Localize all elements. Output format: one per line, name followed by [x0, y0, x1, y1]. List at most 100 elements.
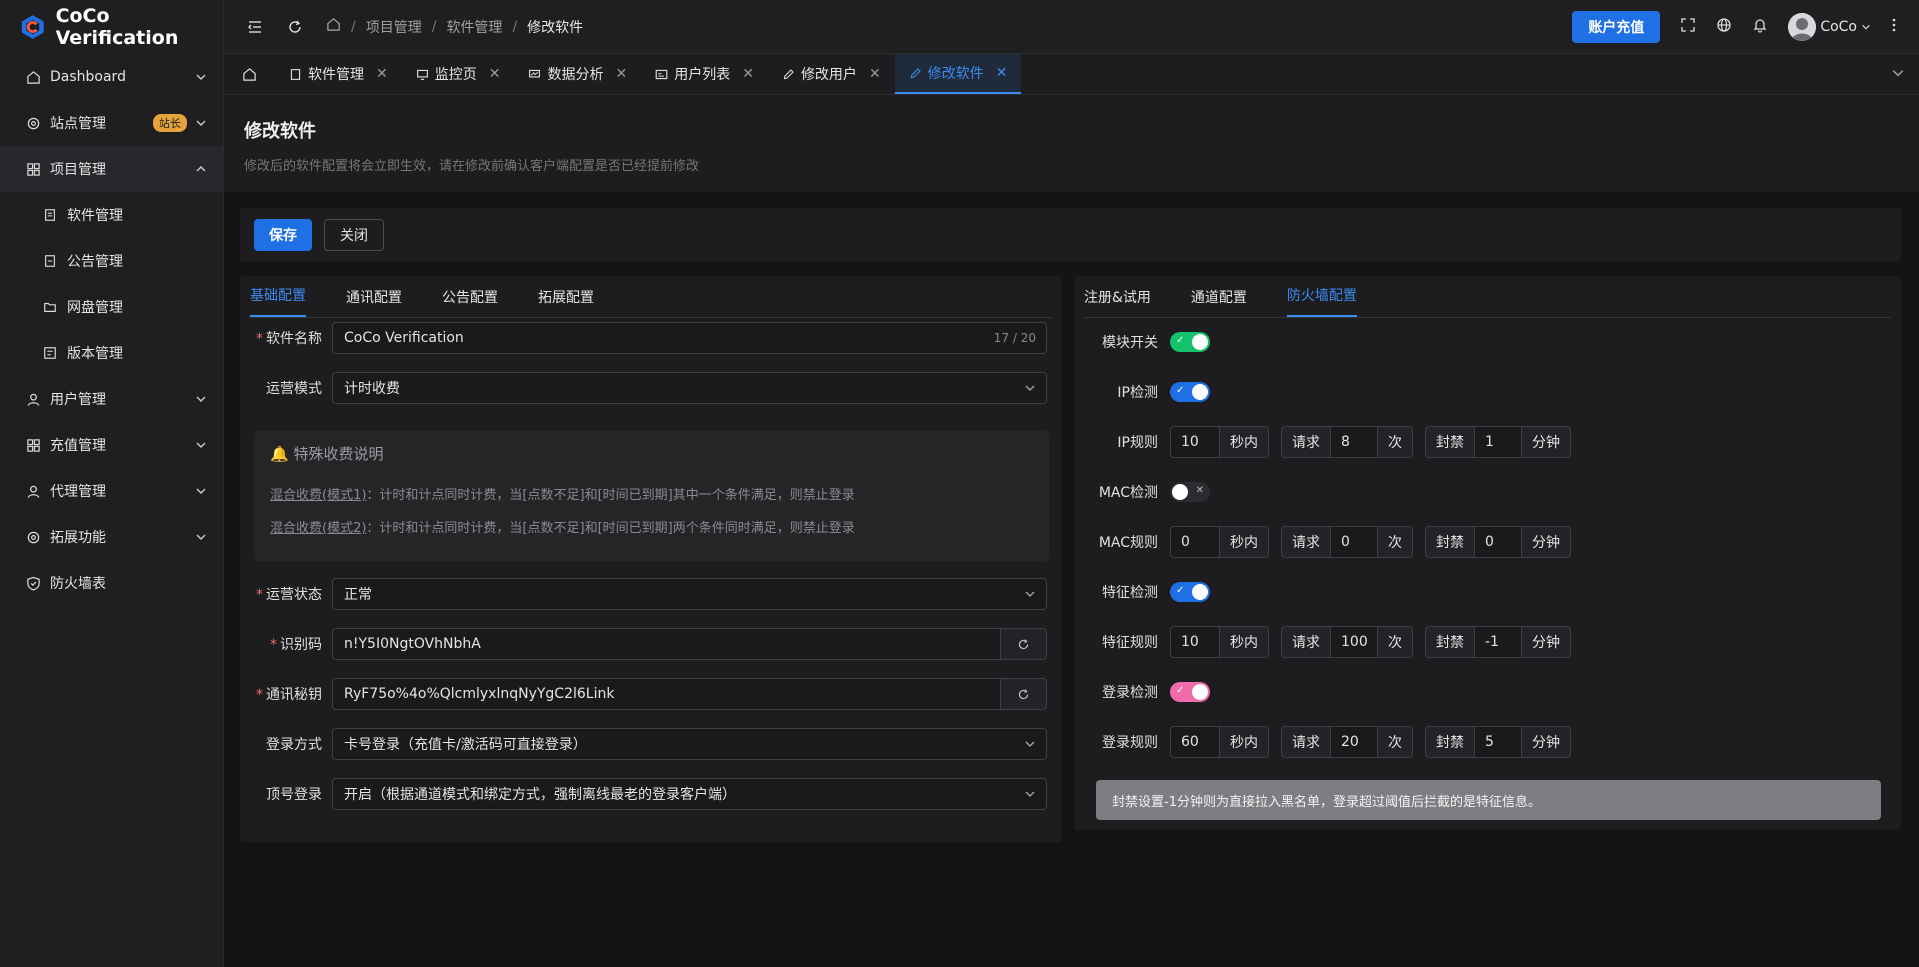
tab-analysis[interactable]: 数据分析 ✕: [514, 54, 641, 94]
unit-label: 请求: [1281, 526, 1330, 558]
unit-label: 秒内: [1220, 526, 1269, 558]
mode2-link[interactable]: 混合收费(模式2): [270, 521, 366, 536]
sidebar-item-site[interactable]: 站点管理 站长: [0, 100, 223, 146]
field-module-switch: 模块开关 ✓: [1074, 332, 1210, 352]
tab-edit-user[interactable]: 修改用户 ✕: [768, 54, 895, 94]
sidebar-item-extension[interactable]: 拓展功能: [0, 514, 223, 560]
login-requests-input[interactable]: 20: [1330, 726, 1378, 758]
chevron-down-icon[interactable]: [1891, 66, 1905, 80]
refresh-icon[interactable]: [286, 18, 304, 36]
ip-check-toggle[interactable]: ✓: [1170, 382, 1210, 402]
mac-seconds-input[interactable]: 0: [1170, 526, 1220, 558]
top-login-select[interactable]: 开启（根据通道模式和绑定方式，强制离线最老的登录客户端）: [332, 778, 1047, 810]
sidebar-item-recharge[interactable]: 充值管理: [0, 422, 223, 468]
refresh-icon: [1018, 638, 1029, 649]
home-icon[interactable]: [326, 17, 341, 36]
field-secret: * 通讯秘钥 RyF75o%4o%QlcmlyxlnqNyYgC2l6Link: [240, 678, 1047, 710]
breadcrumb-item[interactable]: 项目管理: [366, 17, 422, 37]
close-icon[interactable]: ✕: [615, 66, 627, 82]
field-label: * 软件名称: [256, 331, 322, 347]
tab-edit-software[interactable]: 修改软件 ✕: [894, 54, 1022, 94]
tab-monitor[interactable]: 监控页 ✕: [402, 54, 515, 94]
identifier-input[interactable]: n!Y5I0NgtOVhNbhA: [332, 628, 1001, 660]
sidebar-item-software[interactable]: 软件管理: [0, 192, 223, 238]
sidebar-item-disk[interactable]: 网盘管理: [0, 284, 223, 330]
ip-requests-input[interactable]: 8: [1330, 426, 1378, 458]
mac-requests-input[interactable]: 0: [1330, 526, 1378, 558]
feature-requests-input[interactable]: 100: [1330, 626, 1378, 658]
feature-seconds-input[interactable]: 10: [1170, 626, 1220, 658]
sidebar-item-dashboard[interactable]: Dashboard: [0, 54, 223, 100]
sidebar-item-agent[interactable]: 代理管理: [0, 468, 223, 514]
close-icon[interactable]: ✕: [869, 66, 881, 82]
login-method-select[interactable]: 卡号登录（充值卡/激活码可直接登录）: [332, 728, 1047, 760]
software-name-input[interactable]: CoCo Verification 17 / 20: [332, 322, 1047, 354]
fullscreen-icon[interactable]: [1680, 17, 1696, 37]
login-seconds-input[interactable]: 60: [1170, 726, 1220, 758]
feature-check-toggle[interactable]: ✓: [1170, 582, 1210, 602]
sidebar-item-users[interactable]: 用户管理: [0, 376, 223, 422]
ip-seconds-input[interactable]: 10: [1170, 426, 1220, 458]
page-title: 修改软件: [244, 121, 316, 142]
folder-icon: [42, 299, 58, 315]
notice-line: 混合收费(模式2)：计时和计点同时计费，当[点数不足]和[时间已到期]两个条件同…: [270, 521, 855, 536]
close-button[interactable]: 关闭: [324, 219, 384, 251]
more-icon[interactable]: [1891, 17, 1897, 37]
mac-ban-input[interactable]: 0: [1474, 526, 1522, 558]
chevron-down-icon: [196, 396, 206, 402]
sidebar-item-project[interactable]: 项目管理: [0, 146, 223, 192]
sidebar-item-label: 防火墙表: [50, 576, 106, 592]
field-label: IP检测: [1117, 385, 1158, 401]
tab-home[interactable]: [224, 54, 275, 94]
unit-label: 封禁: [1425, 726, 1474, 758]
field-label: 登录方式: [266, 737, 322, 753]
menu-fold-icon[interactable]: [246, 18, 264, 36]
sidebar-item-notice[interactable]: 公告管理: [0, 238, 223, 284]
close-icon[interactable]: ✕: [489, 66, 501, 82]
recharge-button[interactable]: 账户充值: [1572, 11, 1661, 43]
ip-ban-input[interactable]: 1: [1474, 426, 1522, 458]
feature-ban-input[interactable]: -1: [1474, 626, 1522, 658]
tab-channel-config[interactable]: 通道配置: [1191, 287, 1247, 317]
tab-software[interactable]: 软件管理 ✕: [275, 54, 402, 94]
field-label: MAC检测: [1098, 485, 1158, 501]
select-value: 卡号登录（充值卡/激活码可直接登录）: [344, 737, 587, 753]
breadcrumb-item[interactable]: 软件管理: [446, 17, 502, 37]
tab-basic-config[interactable]: 基础配置: [250, 285, 306, 317]
user-menu[interactable]: CoCo: [1788, 13, 1871, 41]
config-tabs: 基础配置 通讯配置 公告配置 拓展配置: [250, 276, 1052, 318]
tab-extend-config[interactable]: 拓展配置: [538, 287, 594, 317]
tab-notice-config[interactable]: 公告配置: [442, 287, 498, 317]
close-icon[interactable]: ✕: [742, 66, 754, 82]
module-toggle[interactable]: ✓: [1170, 332, 1210, 352]
regenerate-code-button[interactable]: [1001, 628, 1047, 660]
close-icon[interactable]: ✕: [376, 66, 388, 82]
tab-user-list[interactable]: 用户列表 ✕: [641, 54, 768, 94]
login-check-toggle[interactable]: ✓: [1170, 682, 1210, 702]
login-ban-input[interactable]: 5: [1474, 726, 1522, 758]
tab-firewall-config[interactable]: 防火墙配置: [1286, 285, 1357, 317]
save-button[interactable]: 保存: [254, 219, 312, 251]
tab-label: 用户列表: [674, 67, 731, 83]
language-icon[interactable]: [1716, 17, 1732, 37]
mac-check-toggle[interactable]: ✕: [1170, 482, 1210, 502]
operation-mode-select[interactable]: 计时收费: [332, 372, 1047, 404]
sidebar-item-version[interactable]: 版本管理: [0, 330, 223, 376]
sidebar-item-label: 用户管理: [50, 392, 106, 408]
sidebar-item-label: 软件管理: [67, 208, 123, 224]
tab-label: 修改用户: [800, 67, 857, 83]
close-icon[interactable]: ✕: [996, 65, 1008, 81]
tab-register-trial[interactable]: 注册&试用: [1084, 287, 1151, 317]
operation-status-select[interactable]: 正常: [332, 578, 1047, 610]
bell-icon[interactable]: [1752, 17, 1768, 37]
mode1-link[interactable]: 混合收费(模式1): [270, 488, 366, 503]
logo[interactable]: CoCo Verification: [0, 0, 223, 54]
regenerate-secret-button[interactable]: [1001, 678, 1047, 710]
sidebar-item-firewall[interactable]: 防火墙表: [0, 560, 223, 606]
edit-icon: [910, 67, 921, 78]
tab-label: 数据分析: [547, 67, 604, 83]
field-label: 特征检测: [1102, 585, 1158, 601]
secret-input[interactable]: RyF75o%4o%QlcmlyxlnqNyYgC2l6Link: [332, 678, 1001, 710]
tab-comm-config[interactable]: 通讯配置: [346, 287, 402, 317]
sidebar-item-label: 充值管理: [50, 438, 106, 454]
